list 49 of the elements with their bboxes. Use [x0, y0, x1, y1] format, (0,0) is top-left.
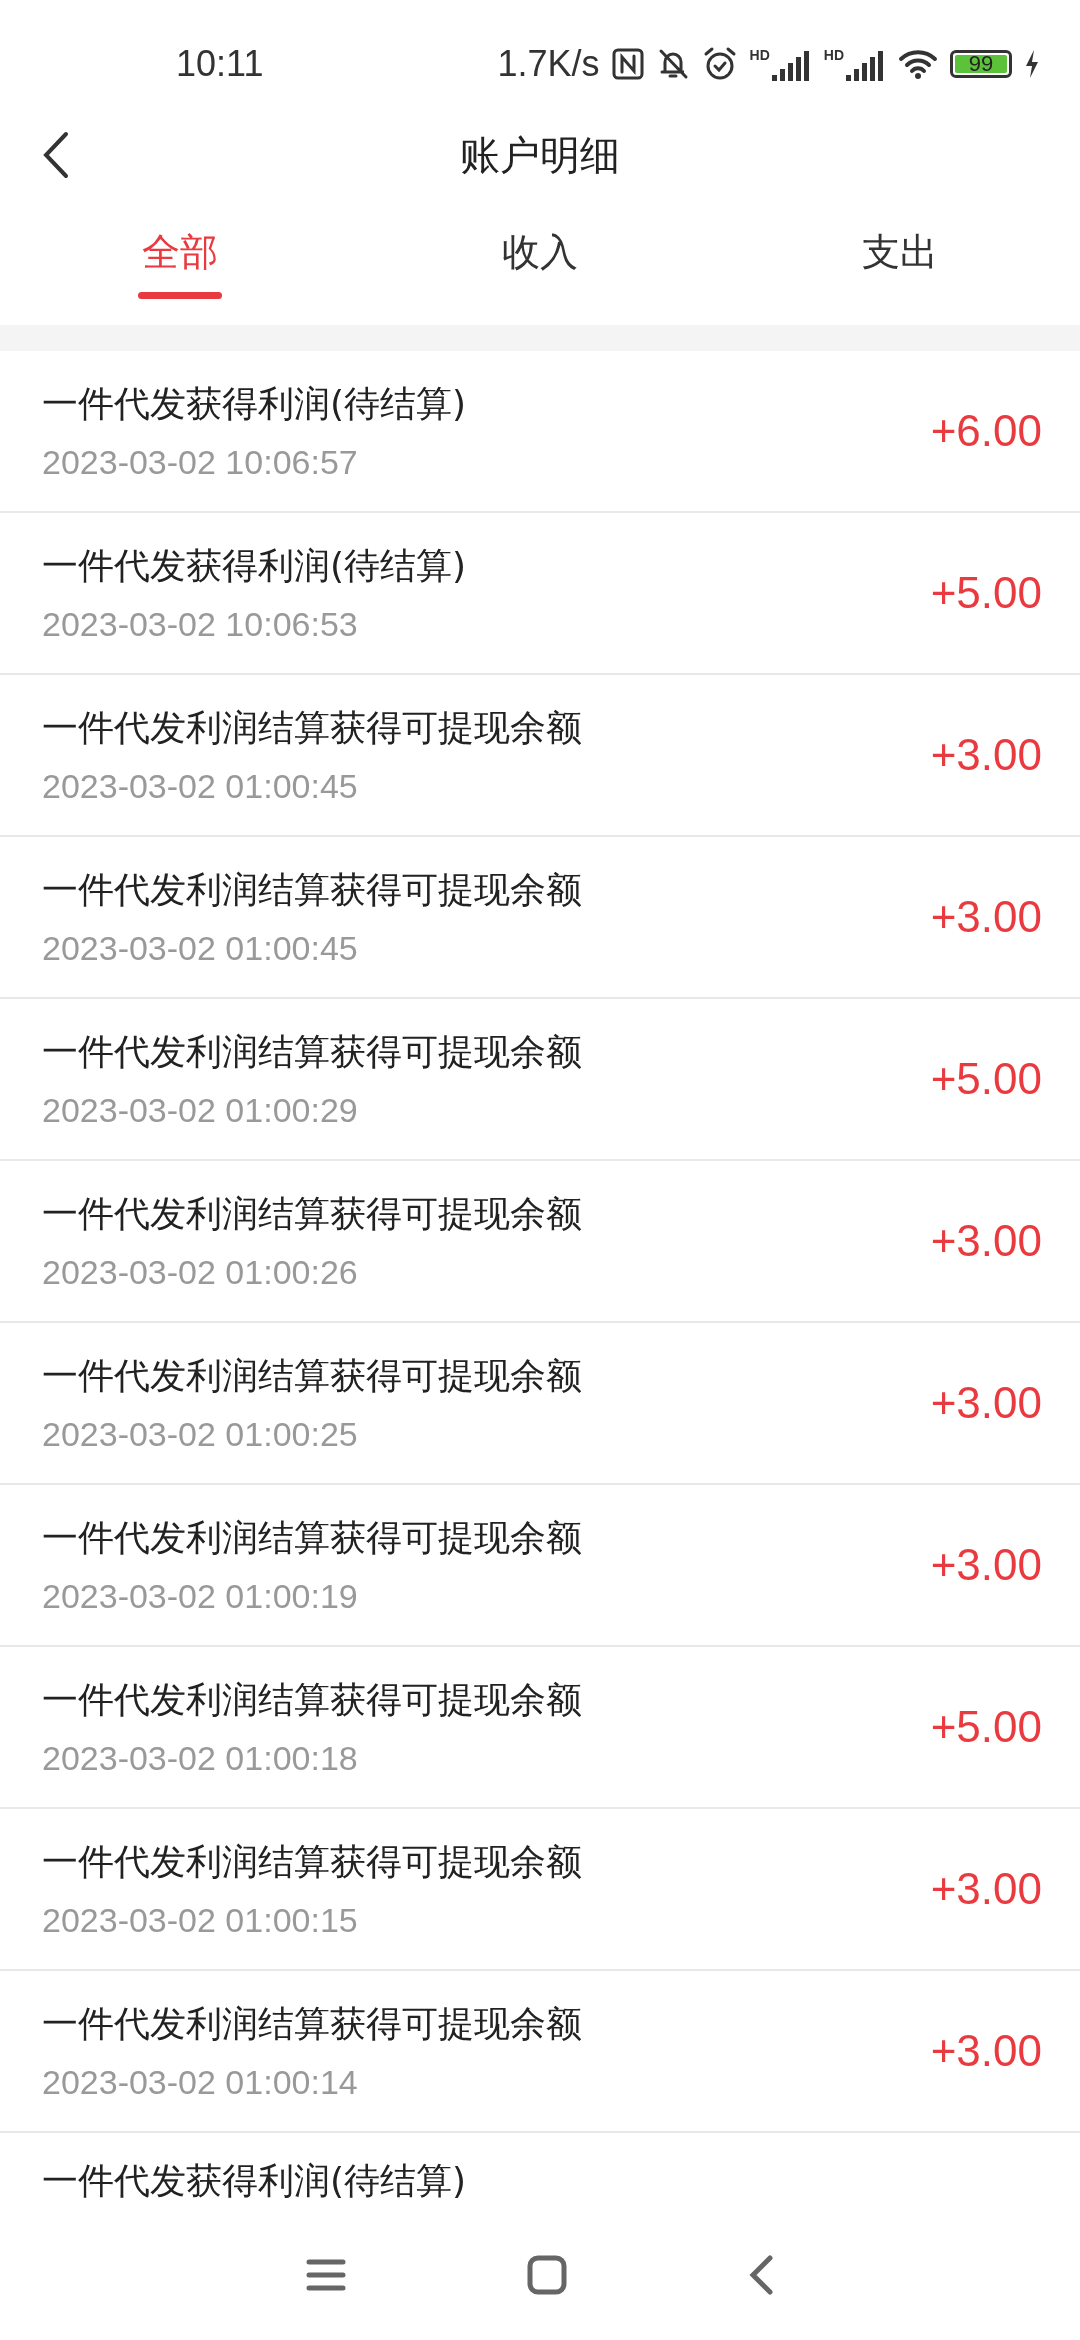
record-time: 2023-03-02 10:06:57 — [42, 443, 359, 482]
status-time: 10:11 — [176, 43, 264, 85]
record-title: 一件代发利润结算获得可提现余额 — [42, 1354, 582, 1398]
record-title: 一件代发利润结算获得可提现余额 — [42, 1678, 582, 1722]
record-time: 2023-03-02 01:00:29 — [42, 1091, 359, 1130]
record-title: 一件代发利润结算获得可提现余额 — [42, 868, 582, 912]
record-time: 2023-03-02 10:06:53 — [42, 605, 359, 644]
record-title: 一件代发利润结算获得可提现余额 — [42, 1840, 582, 1884]
tab[interactable]: 收入 — [360, 200, 720, 325]
record-time: 2023-03-02 01:00:15 — [42, 1901, 359, 1940]
record-time: 2023-03-02 01:00:18 — [42, 1739, 359, 1778]
record-amount: +3.00 — [930, 1864, 1042, 1914]
tab[interactable]: 支出 — [720, 200, 1080, 325]
menu-icon[interactable] — [306, 2257, 346, 2293]
back-icon[interactable] — [748, 2254, 774, 2296]
record-amount: +5.00 — [930, 1054, 1042, 1104]
record-amount: +3.00 — [930, 892, 1042, 942]
record-title: 一件代发利润结算获得可提现余额 — [42, 1030, 582, 1074]
hd-label: HD — [749, 47, 770, 63]
record-amount: +3.00 — [930, 730, 1042, 780]
record-amount: +5.00 — [930, 568, 1042, 618]
record-time: 2023-03-02 01:00:45 — [42, 767, 359, 806]
record-amount: +3.00 — [930, 1216, 1042, 1266]
record-title: 一件代发获得利润(待结算) — [42, 382, 467, 426]
record-amount: +3.00 — [930, 2026, 1042, 2076]
record-time: 2023-03-02 01:00:25 — [42, 1415, 359, 1454]
record-title: 一件代发利润结算获得可提现余额 — [42, 1516, 582, 1560]
page-title: 账户明细 — [460, 130, 620, 180]
record-title: 一件代发获得利润(待结算) — [42, 2160, 467, 2201]
charging-icon — [1024, 49, 1040, 79]
hd-label: HD — [823, 47, 844, 63]
record-time: 2023-03-02 01:00:45 — [42, 929, 359, 968]
home-icon[interactable] — [526, 2254, 568, 2296]
record-time: 2023-03-02 01:00:26 — [42, 1253, 359, 1292]
wifi-icon — [898, 48, 938, 80]
network-speed: 1.7K/s — [497, 43, 600, 85]
record-amount: +3.00 — [930, 1540, 1042, 1590]
record-title: 一件代发利润结算获得可提现余额 — [42, 2002, 582, 2046]
record-title: 一件代发利润结算获得可提现余额 — [42, 706, 582, 750]
record-title: 一件代发获得利润(待结算) — [42, 544, 467, 588]
record-title: 一件代发利润结算获得可提现余额 — [42, 1192, 582, 1236]
record-amount: +6.00 — [930, 406, 1042, 456]
record-amount: +3.00 — [930, 1378, 1042, 1428]
record-amount: +5.00 — [930, 1702, 1042, 1752]
record-time: 2023-03-02 01:00:19 — [42, 1577, 359, 1616]
battery-icon: 99 — [950, 50, 1012, 78]
nfc-icon — [611, 48, 644, 80]
record-time: 2023-03-02 01:00:14 — [42, 2063, 359, 2102]
tab[interactable]: 全部 — [0, 200, 360, 325]
